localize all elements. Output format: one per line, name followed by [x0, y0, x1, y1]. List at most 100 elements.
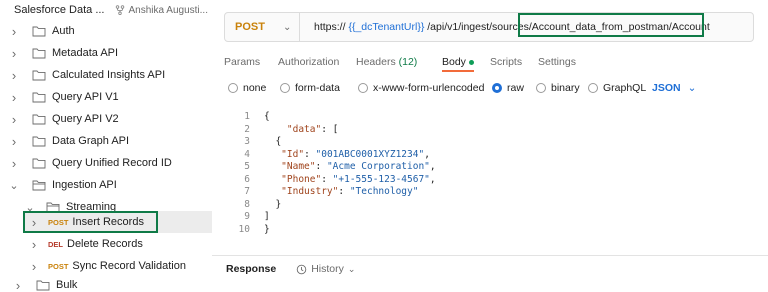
sidebar-item[interactable]: › Query API V1: [0, 86, 212, 108]
tab-authorization[interactable]: Authorization: [278, 56, 339, 68]
folder-icon: [32, 114, 46, 125]
response-label: Response: [226, 263, 277, 275]
sidebar-item-label: Delete Records: [67, 238, 143, 250]
sidebar-item[interactable]: › Query API V2: [0, 108, 212, 130]
code-text: ]: [264, 211, 270, 222]
option-none-label: none: [243, 82, 267, 94]
chevron-right-icon[interactable]: ›: [8, 156, 20, 171]
tab-body-label: Body: [442, 56, 466, 68]
line-number: 9: [244, 211, 250, 222]
tab-scripts[interactable]: Scripts: [490, 56, 522, 68]
tab-params[interactable]: Params: [224, 56, 260, 68]
sidebar-item[interactable]: › Data Graph API: [0, 130, 212, 152]
json-key: "Id": [281, 148, 305, 160]
sidebar-item[interactable]: › Bulk: [0, 274, 212, 292]
sidebar-item[interactable]: › Calculated Insights API: [0, 64, 212, 86]
code-text: {: [264, 111, 270, 122]
chevron-right-icon[interactable]: ›: [8, 24, 20, 39]
json-punct: [264, 174, 281, 185]
folder-icon: [32, 26, 46, 37]
line-number: 10: [238, 223, 250, 235]
json-punct: :: [304, 148, 316, 160]
option-urlencoded[interactable]: x-www-form-urlencoded: [358, 82, 484, 94]
sidebar-item[interactable]: ⌄ Ingestion API: [0, 174, 212, 196]
line-number: 8: [244, 198, 250, 210]
workspace-header[interactable]: Salesforce Data ... Anshika Augusti...: [14, 3, 208, 17]
option-binary[interactable]: binary: [536, 82, 580, 94]
line-number: 2: [244, 123, 250, 135]
json-punct: [264, 149, 281, 160]
chevron-right-icon[interactable]: ›: [28, 237, 40, 252]
history-label: History: [311, 263, 344, 275]
chevron-down-icon: ⌄: [347, 263, 356, 274]
json-key: "data": [286, 123, 322, 135]
format-value: JSON: [652, 82, 681, 94]
folder-icon: [32, 180, 46, 191]
sidebar-item-label: Calculated Insights API: [52, 69, 166, 81]
insert-records-highlight: [23, 211, 158, 233]
tab-settings[interactable]: Settings: [538, 56, 576, 68]
url-path-highlight: [518, 13, 704, 37]
chevron-right-icon[interactable]: ›: [8, 90, 20, 105]
code-text: }: [264, 199, 281, 210]
code-text: "data": [: [264, 123, 339, 135]
line-number: 6: [244, 173, 250, 185]
tab-headers[interactable]: Headers (12): [356, 56, 417, 68]
chevron-right-icon[interactable]: ›: [8, 134, 20, 149]
history-button[interactable]: History ⌄: [296, 263, 355, 275]
radio-icon: [536, 83, 546, 93]
method-select[interactable]: POST ⌄: [225, 13, 300, 41]
json-punct: {: [264, 136, 282, 147]
sidebar-item-label: Query API V1: [52, 91, 119, 103]
sidebar-item[interactable]: › DEL Delete Records: [0, 233, 212, 255]
url-path: /api/v1/ingest/sources: [427, 21, 529, 33]
json-punct: ,: [429, 161, 436, 172]
json-punct: :: [338, 186, 350, 197]
url-variable: {{_dcTenantUrl}}: [348, 21, 425, 33]
tab-body[interactable]: Body: [442, 56, 474, 68]
folder-icon: [32, 70, 46, 81]
chevron-right-icon[interactable]: ›: [8, 68, 20, 83]
json-punct: :: [315, 161, 327, 172]
radio-icon: [588, 83, 598, 93]
json-punct: [264, 161, 281, 172]
format-select[interactable]: JSON ⌄: [652, 82, 696, 94]
headers-count: (12): [398, 56, 418, 68]
chevron-right-icon[interactable]: ›: [12, 278, 24, 292]
option-none[interactable]: none: [228, 82, 266, 94]
code-editor[interactable]: 1 {2 "data": [3 {4 "Id": "001ABC0001XYZ12…: [212, 109, 768, 249]
option-form-data-label: form-data: [295, 82, 340, 94]
folder-icon: [32, 92, 46, 103]
chevron-right-icon[interactable]: ›: [8, 46, 20, 61]
option-graphql[interactable]: GraphQL: [588, 82, 646, 94]
folder-icon: [32, 136, 46, 147]
code-text: }: [264, 224, 270, 235]
chevron-right-icon[interactable]: ›: [8, 112, 20, 127]
chevron-right-icon[interactable]: ›: [28, 259, 40, 274]
sidebar-item-label: Metadata API: [52, 47, 119, 59]
code-text: "Industry": "Technology": [264, 186, 418, 197]
sidebar-item-label: Data Graph API: [52, 135, 130, 147]
radio-icon: [228, 83, 238, 93]
sidebar-item-label: Ingestion API: [52, 179, 117, 191]
active-tab-indicator: [442, 70, 474, 72]
chevron-down-icon: ⌄: [282, 21, 292, 33]
option-raw-label: raw: [507, 82, 524, 94]
json-punct: ]: [264, 211, 270, 222]
workspace-user: Anshika Augusti...: [128, 4, 209, 16]
option-raw[interactable]: raw: [492, 82, 524, 94]
sidebar-item[interactable]: › Query Unified Record ID: [0, 152, 212, 174]
sidebar-item[interactable]: › Metadata API: [0, 42, 212, 64]
tab-headers-label: Headers: [356, 56, 396, 68]
line-number: 7: [244, 186, 250, 197]
code-text: "Id": "001ABC0001XYZ1234",: [264, 149, 430, 160]
folder-icon: [36, 280, 50, 291]
option-graphql-label: GraphQL: [603, 82, 647, 94]
chevron-down-icon[interactable]: ⌄: [8, 179, 20, 192]
folder-icon: [32, 158, 46, 169]
json-string: "001ABC0001XYZ1234": [315, 148, 425, 160]
sidebar-item[interactable]: › Auth: [0, 20, 212, 42]
response-header: Response History ⌄: [226, 263, 355, 275]
option-form-data[interactable]: form-data: [280, 82, 340, 94]
sidebar-item-label: Query Unified Record ID: [52, 157, 172, 169]
